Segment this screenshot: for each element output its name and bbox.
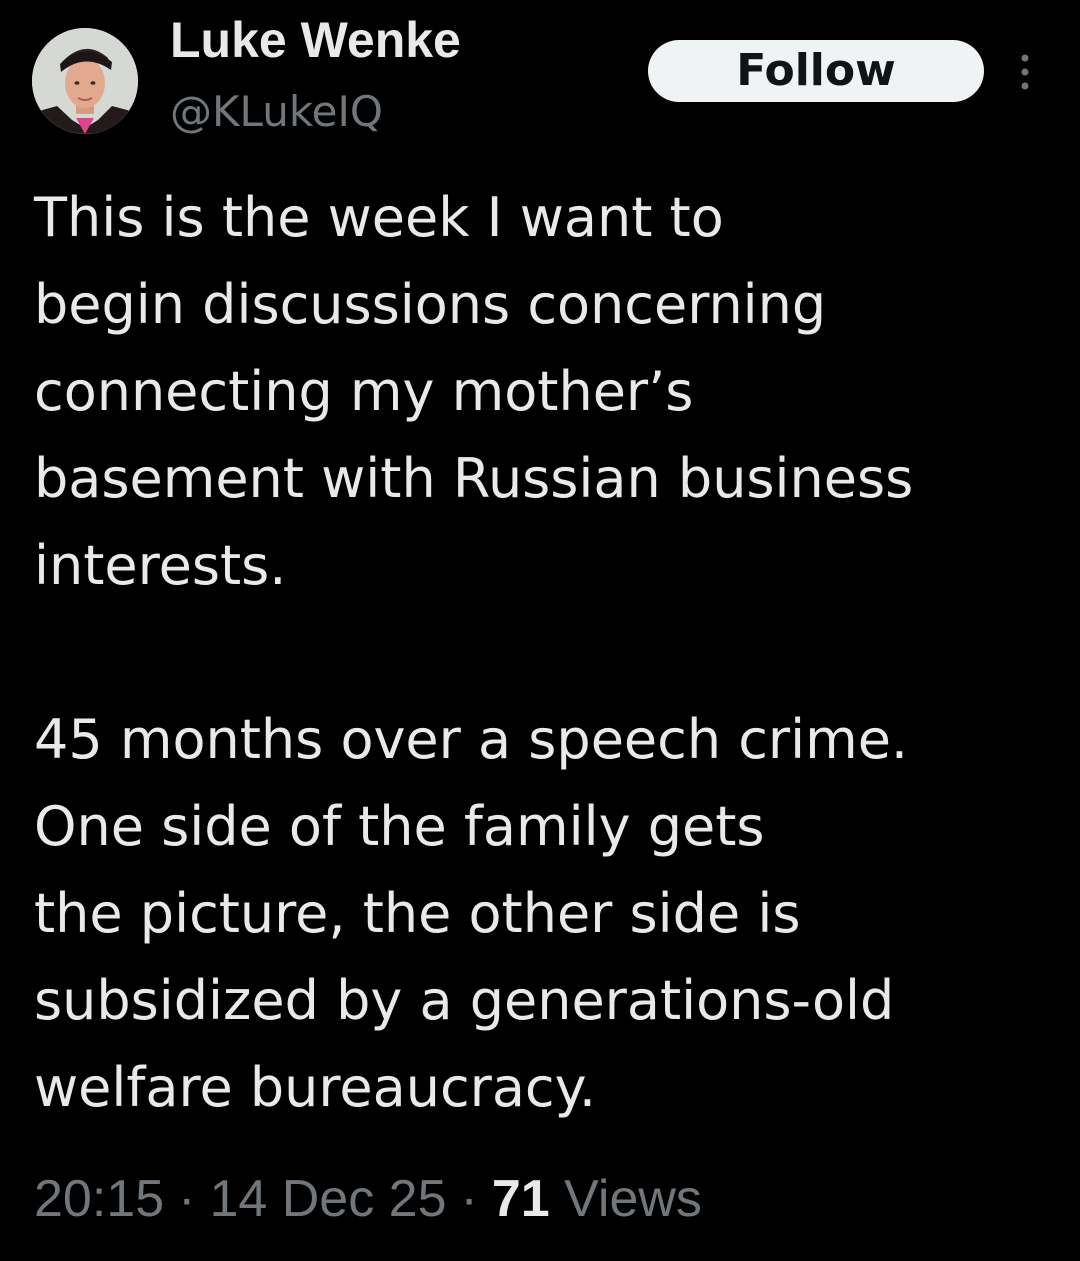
meta-separator: · bbox=[178, 1170, 196, 1228]
tweet-line: connecting my mother’s bbox=[34, 360, 694, 423]
tweet-time[interactable]: 20:15 bbox=[34, 1170, 164, 1228]
tweet-line: the picture, the other side is bbox=[34, 882, 801, 945]
tweet-line: subsidized by a generations-old bbox=[34, 969, 895, 1032]
user-avatar-photo-icon bbox=[32, 28, 138, 134]
meta-separator: · bbox=[460, 1170, 478, 1228]
tweet-meta: 20:15 · 14 Dec 25 · 71 Views bbox=[34, 1166, 702, 1232]
views-count[interactable]: 71 bbox=[492, 1170, 550, 1228]
tweet-text: This is the week I want to begin discuss… bbox=[34, 174, 1064, 1131]
tweet-line: begin discussions concerning bbox=[34, 273, 827, 336]
tweet-line: One side of the family gets bbox=[34, 795, 765, 858]
follow-button[interactable]: Follow bbox=[648, 40, 984, 102]
tweet-date[interactable]: 14 Dec 25 bbox=[209, 1170, 446, 1228]
tweet-line: 45 months over a speech crime. bbox=[34, 708, 909, 771]
author-handle[interactable]: @KLukeIQ bbox=[170, 84, 383, 140]
avatar[interactable] bbox=[32, 28, 138, 134]
tweet-line: interests. bbox=[34, 534, 287, 597]
more-vertical-icon bbox=[1021, 54, 1029, 90]
tweet-line: This is the week I want to bbox=[34, 186, 724, 249]
author-display-name[interactable]: Luke Wenke bbox=[170, 10, 461, 70]
tweet-line: basement with Russian business bbox=[34, 447, 914, 510]
more-options-button[interactable] bbox=[1008, 50, 1042, 94]
tweet-line: welfare bureaucracy. bbox=[34, 1056, 597, 1119]
views-label: Views bbox=[564, 1170, 702, 1228]
